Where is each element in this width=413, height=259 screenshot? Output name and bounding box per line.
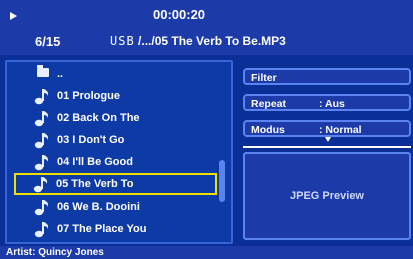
list-item[interactable]: 04 I'll Be Good — [15, 151, 225, 173]
music-note-icon — [34, 89, 49, 105]
artist-label: Artist: Quincy Jones — [6, 247, 104, 258]
list-item-label: 03 I Don't Go — [57, 134, 125, 146]
list-item[interactable]: 03 I Don't Go — [15, 129, 225, 151]
playback-time: 00:00:20 — [153, 7, 206, 22]
file-path-text: /.../05 The Verb To Be.MP3 — [138, 34, 286, 48]
modus-label: Modus — [251, 124, 285, 136]
divider — [243, 146, 411, 148]
folder-icon — [37, 65, 49, 77]
device-label: USB — [110, 34, 135, 48]
list-scrollbar[interactable] — [219, 160, 225, 202]
file-path: USB /.../05 The Verb To Be.MP3 — [110, 34, 286, 48]
repeat-setting[interactable]: Repeat : Aus — [243, 94, 411, 111]
list-item-label: 07 The Place You — [57, 223, 147, 235]
music-note-icon — [34, 133, 49, 149]
list-item-label: 02 Back On The — [57, 112, 140, 124]
list-item[interactable]: 01 Prologue — [15, 85, 225, 107]
play-icon — [10, 12, 17, 20]
file-list[interactable]: .. 01 Prologue 02 Back On The 03 I Don't… — [5, 60, 233, 244]
list-item-label: .. — [57, 68, 64, 80]
list-item[interactable]: 02 Back On The — [15, 107, 225, 129]
music-note-icon — [33, 177, 48, 193]
preview-label: JPEG Preview — [290, 190, 364, 202]
list-item-label: 01 Prologue — [57, 90, 120, 102]
chevron-down-icon[interactable] — [325, 137, 331, 142]
list-item-parent[interactable]: .. — [15, 63, 225, 85]
track-counter: 6/15 — [35, 34, 61, 49]
status-header: 00:00:20 6/15 USB /.../05 The Verb To Be… — [0, 0, 413, 55]
list-item[interactable]: 06 We B. Dooini — [15, 196, 225, 218]
music-note-icon — [34, 200, 49, 216]
modus-setting[interactable]: Modus : Normal — [243, 120, 411, 137]
jpeg-preview-panel: JPEG Preview — [243, 152, 411, 240]
filter-button[interactable]: Filter — [243, 68, 411, 85]
list-item-label: 04 I'll Be Good — [57, 156, 133, 168]
list-item-selected[interactable]: 05 The Verb To — [14, 173, 217, 195]
list-item-label: 05 The Verb To — [56, 178, 134, 190]
music-note-icon — [34, 222, 49, 238]
music-note-icon — [34, 155, 49, 171]
music-note-icon — [34, 111, 49, 127]
list-item[interactable]: 07 The Place You — [15, 218, 225, 240]
info-footer: Artist: Quincy Jones — [0, 246, 413, 259]
repeat-value: : Aus — [319, 98, 345, 110]
filter-label: Filter — [251, 72, 277, 84]
list-item-label: 06 We B. Dooini — [57, 201, 140, 213]
repeat-label: Repeat — [251, 98, 287, 110]
